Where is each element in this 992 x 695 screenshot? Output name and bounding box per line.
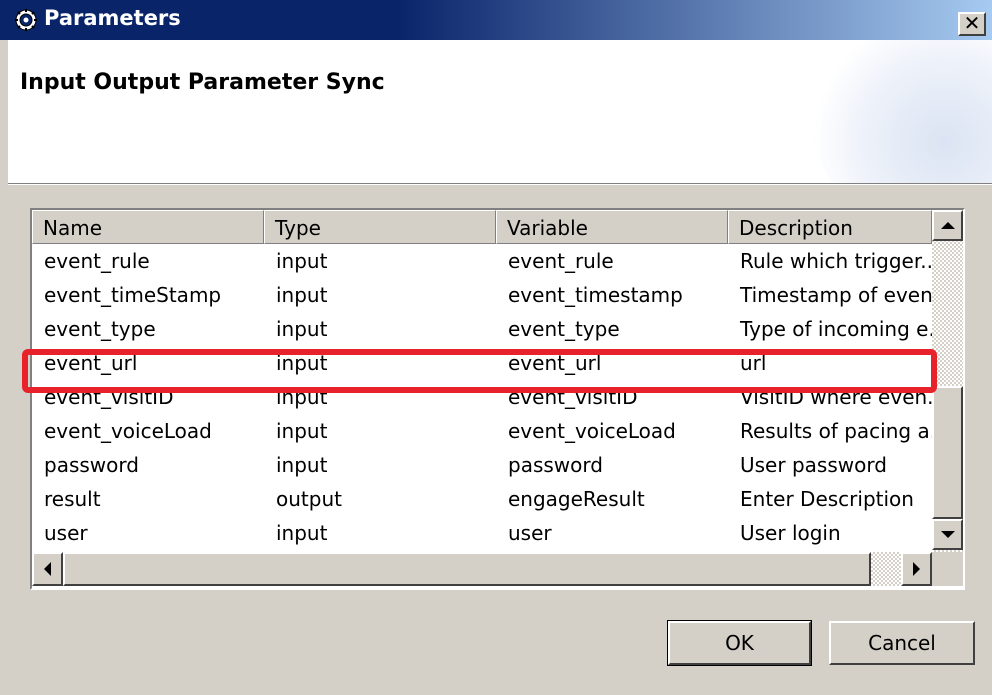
cell-type: input — [276, 283, 328, 307]
cell-variable[interactable]: event_rule — [496, 244, 728, 278]
arrow-down-icon — [940, 531, 955, 538]
cell-description[interactable]: Type of incoming e.. — [728, 312, 932, 346]
horizontal-scrollbar[interactable] — [32, 552, 932, 586]
cell-name: event_timeStamp — [44, 283, 222, 307]
cell-type: input — [276, 317, 328, 341]
cell-variable[interactable]: event_timestamp — [496, 278, 728, 312]
cell-description[interactable]: Enter Description — [728, 482, 932, 516]
scroll-left-button[interactable] — [32, 552, 63, 586]
table-row[interactable]: result output engageResult Enter Descrip… — [32, 482, 932, 516]
highlight-annotation — [22, 349, 937, 393]
arrow-up-icon — [940, 222, 955, 229]
cell-name: result — [44, 487, 101, 511]
cell-name: event_type — [44, 317, 156, 341]
table-row[interactable]: event_type input event_type Type of inco… — [32, 312, 932, 346]
vertical-scroll-thumb[interactable] — [932, 386, 963, 519]
dialog-heading: Input Output Parameter Sync — [20, 70, 385, 95]
column-header-type[interactable]: Type — [264, 210, 496, 244]
cell-description[interactable]: User password — [728, 448, 932, 482]
window-title: Parameters — [44, 6, 181, 30]
cell-type: input — [276, 521, 328, 545]
arrow-right-icon — [913, 562, 920, 576]
cell-type: input — [276, 419, 328, 443]
scroll-down-button[interactable] — [932, 519, 963, 550]
cell-description[interactable]: User login — [728, 516, 932, 550]
cell-name: event_rule — [44, 249, 150, 273]
close-button[interactable]: ✕ — [958, 12, 986, 36]
cell-name: password — [44, 453, 139, 477]
column-header-name[interactable]: Name — [32, 210, 264, 244]
ok-button[interactable]: OK — [667, 620, 812, 666]
banner-decoration — [812, 40, 992, 183]
table-row[interactable]: event_timeStamp input event_timestamp Ti… — [32, 278, 932, 312]
table-header: Name Type Variable Description — [32, 210, 932, 244]
close-icon: ✕ — [963, 11, 981, 35]
cell-variable[interactable]: user — [496, 516, 728, 550]
scrollbar-corner — [932, 552, 963, 586]
cell-type: input — [276, 249, 328, 273]
parameter-table: Name Type Variable Description event_rul… — [30, 208, 965, 590]
cell-variable[interactable]: password — [496, 448, 728, 482]
cell-description[interactable]: Rule which trigger... — [728, 244, 932, 278]
cell-type: input — [276, 453, 328, 477]
cell-variable[interactable]: event_type — [496, 312, 728, 346]
scroll-right-button[interactable] — [901, 552, 932, 586]
horizontal-scroll-thumb[interactable] — [63, 552, 871, 586]
title-bar: Parameters ✕ — [0, 0, 992, 40]
dialog-banner: Input Output Parameter Sync — [8, 40, 992, 184]
column-header-variable[interactable]: Variable — [496, 210, 728, 244]
cell-description[interactable]: Results of pacing a.. — [728, 414, 932, 448]
divider — [8, 184, 992, 185]
gear-icon — [14, 8, 38, 32]
table-row[interactable]: password input password User password — [32, 448, 932, 482]
cancel-button[interactable]: Cancel — [829, 621, 975, 665]
table-row[interactable]: event_voiceLoad input event_voiceLoad Re… — [32, 414, 932, 448]
cell-name: user — [44, 521, 88, 545]
scroll-up-button[interactable] — [932, 210, 963, 241]
cell-type: output — [276, 487, 342, 511]
cell-description[interactable]: Timestamp of even.. — [728, 278, 932, 312]
table-row[interactable]: user input user User login — [32, 516, 932, 550]
column-header-description[interactable]: Description — [728, 210, 932, 244]
arrow-left-icon — [44, 562, 51, 576]
cell-variable[interactable]: engageResult — [496, 482, 728, 516]
horizontal-scroll-track[interactable] — [871, 552, 901, 586]
table-row[interactable]: event_rule input event_rule Rule which t… — [32, 244, 932, 278]
cell-variable[interactable]: event_voiceLoad — [496, 414, 728, 448]
cell-name: event_voiceLoad — [44, 419, 212, 443]
